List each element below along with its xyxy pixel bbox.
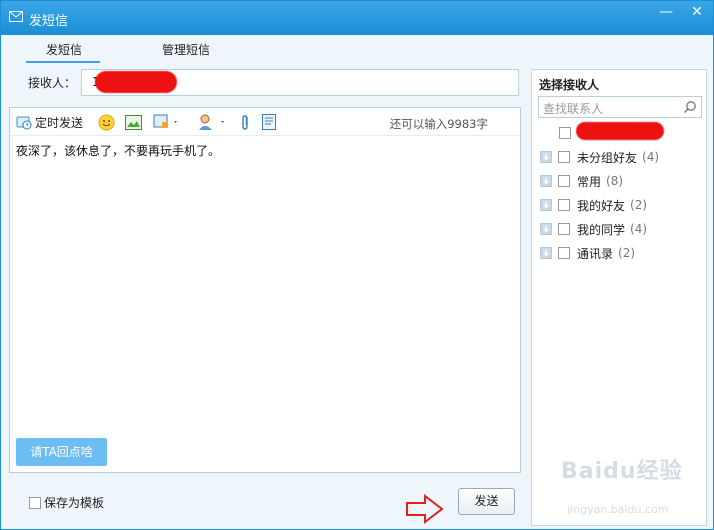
panel-title: 选择接收人	[539, 78, 600, 92]
paperclip-icon	[242, 114, 248, 130]
group-count: (4)	[630, 222, 648, 236]
send-button[interactable]: 发送	[458, 488, 515, 515]
group-count: (2)	[618, 246, 636, 260]
request-reply-button[interactable]: 请TA回点啥	[16, 438, 107, 466]
send-sms-window: 发短信 — ✕ 发短信 管理短信 接收人： 1 定时发送	[0, 0, 714, 530]
group-count: (8)	[606, 174, 624, 188]
close-button[interactable]: ✕	[682, 1, 712, 23]
scheduled-send-button[interactable]: 定时发送	[16, 114, 83, 130]
template-button[interactable]	[262, 114, 276, 130]
screenshot-icon	[153, 114, 177, 128]
redaction-mark	[576, 122, 664, 140]
expand-icon[interactable]	[540, 151, 552, 163]
scheduled-send-label: 定时发送	[35, 115, 84, 130]
user-icon	[199, 114, 224, 130]
expand-icon[interactable]	[540, 199, 552, 211]
tab-bar: 发短信 管理短信	[1, 35, 713, 63]
minimize-button[interactable]: —	[651, 1, 681, 23]
image-icon	[125, 114, 142, 130]
group-checkbox[interactable]	[558, 175, 570, 187]
compose-box: 定时发送 还可以输入9983字 夜深了，该休息了，不要再玩手机了。 请TA回点啥	[9, 107, 521, 473]
compose-toolbar: 定时发送 还可以输入9983字	[10, 108, 520, 136]
title-bar: 发短信 — ✕	[1, 1, 713, 35]
image-button[interactable]	[125, 114, 142, 130]
group-label: 通讯录	[577, 246, 614, 261]
save-template-option[interactable]: 保存为模板	[29, 494, 104, 511]
red-arrow-annotation	[406, 493, 444, 525]
smiley-icon	[98, 114, 115, 130]
expand-icon[interactable]	[540, 175, 552, 187]
group-label: 我的好友	[577, 198, 626, 213]
window-title: 发短信	[29, 14, 69, 29]
remaining-char-count: 还可以输入9983字	[389, 117, 488, 131]
group-label: 常用	[577, 174, 602, 189]
tab-manage-sms[interactable]: 管理短信	[147, 41, 225, 58]
watermark-url: jingyan.baidu.com	[567, 503, 669, 516]
group-count: (2)	[630, 198, 648, 212]
save-template-label: 保存为模板	[44, 496, 105, 510]
active-tab-indicator	[26, 61, 100, 63]
group-label: 未分组好友	[577, 150, 638, 165]
group-count: (4)	[642, 150, 660, 164]
save-template-checkbox[interactable]	[29, 496, 41, 509]
expand-icon[interactable]	[540, 247, 552, 259]
group-checkbox[interactable]	[558, 247, 570, 259]
redaction-mark	[95, 71, 177, 93]
group-row-ungrouped[interactable]: 未分组好友 (4)	[540, 149, 659, 165]
envelope-icon	[9, 11, 23, 22]
contact-card-button[interactable]	[198, 114, 226, 130]
expand-icon[interactable]	[540, 223, 552, 235]
watermark-logo: Baidu经验	[561, 459, 683, 484]
recent-contact-row[interactable]	[559, 125, 571, 141]
search-placeholder: 查找联系人	[543, 102, 604, 116]
group-row-frequent[interactable]: 常用 (8)	[540, 173, 623, 189]
contact-checkbox[interactable]	[559, 127, 571, 139]
message-body[interactable]: 夜深了，该休息了，不要再玩手机了。	[16, 142, 220, 159]
clock-icon	[16, 116, 32, 130]
group-label: 我的同学	[577, 222, 626, 237]
group-checkbox[interactable]	[558, 151, 570, 163]
group-row-friends[interactable]: 我的好友 (2)	[540, 197, 647, 213]
contact-search-input[interactable]: 查找联系人	[538, 96, 702, 118]
emoji-button[interactable]	[98, 114, 115, 130]
attachment-button[interactable]	[239, 114, 251, 130]
document-icon	[262, 114, 276, 130]
group-row-address-book[interactable]: 通讯录 (2)	[540, 245, 635, 261]
group-checkbox[interactable]	[558, 223, 570, 235]
recipient-label: 接收人：	[28, 76, 77, 90]
group-row-classmates[interactable]: 我的同学 (4)	[540, 221, 647, 237]
search-icon[interactable]	[683, 100, 697, 114]
screenshot-button[interactable]	[153, 114, 179, 130]
group-checkbox[interactable]	[558, 199, 570, 211]
tab-send-sms[interactable]: 发短信	[28, 41, 100, 58]
